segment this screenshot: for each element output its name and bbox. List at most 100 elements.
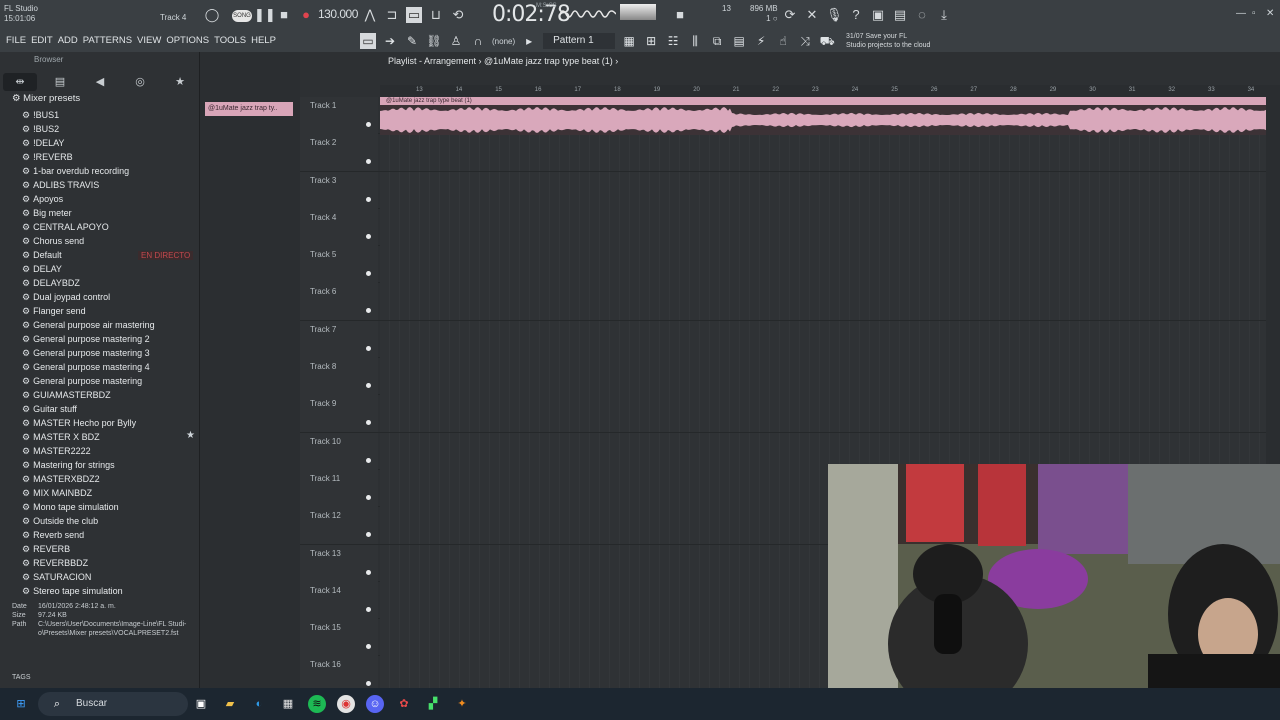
menu-edit[interactable]: EDIT	[31, 35, 53, 46]
track-lane[interactable]	[380, 208, 1266, 246]
track-lane[interactable]	[380, 246, 1266, 284]
track-header[interactable]: Track 9	[300, 395, 378, 433]
audio-clip[interactable]: @1uMate jazz trap type beat (1)	[380, 97, 1266, 135]
track-header[interactable]: Track 3	[300, 171, 378, 209]
track-header[interactable]: Track 6	[300, 283, 378, 321]
preset-item[interactable]: ⚙ Stereo tape simulation	[22, 584, 200, 598]
plugin-picker-icon[interactable]: ⤨	[797, 33, 813, 49]
preset-item[interactable]: ⚙ MASTER X BDZ	[22, 430, 200, 444]
track-mute-dot[interactable]	[366, 233, 371, 239]
download-icon[interactable]: ⤓	[936, 7, 952, 23]
preset-item[interactable]: ⚙ REVERB	[22, 542, 200, 556]
song-mode-button[interactable]: SONG	[232, 10, 252, 22]
track-mute-dot[interactable]	[366, 159, 371, 165]
preset-item[interactable]: ⚙ Mono tape simulation	[22, 500, 200, 514]
pattern-song-knob-icon[interactable]: ◯	[204, 7, 220, 23]
track-lane[interactable]	[380, 358, 1266, 396]
wait-icon[interactable]: ⊐	[384, 7, 400, 23]
store-icon[interactable]: ▦	[279, 695, 297, 713]
playlist-icon[interactable]: ▦	[621, 33, 637, 49]
track-mute-dot[interactable]	[366, 644, 371, 650]
preset-item[interactable]: ⚙ Flanger send	[22, 304, 200, 318]
preset-item[interactable]: ⚙ General purpose mastering	[22, 374, 200, 388]
track-mute-dot[interactable]	[366, 681, 371, 687]
preset-item[interactable]: ⚙ Big meter	[22, 206, 200, 220]
play-arrow-icon[interactable]: ▸	[521, 33, 537, 49]
track-header[interactable]: Track 13	[300, 544, 378, 582]
loop-record-icon[interactable]: ⟲	[450, 7, 466, 23]
menu-view[interactable]: VIEW	[137, 35, 161, 46]
track-header[interactable]: Track 2	[300, 134, 378, 172]
plugin-icon[interactable]: ⧉	[709, 33, 725, 49]
close-icon[interactable]: ✕	[1266, 8, 1274, 19]
preset-item[interactable]: ⚙ Chorus send	[22, 234, 200, 248]
tempo-display[interactable]: 130.000	[318, 7, 358, 21]
track-mute-dot[interactable]	[366, 494, 371, 500]
preset-item[interactable]: ⚙ General purpose mastering 3	[22, 346, 200, 360]
file-explorer-icon[interactable]: ▰	[221, 695, 239, 713]
blend-icon[interactable]: ⊔	[428, 7, 444, 23]
track-lane[interactable]	[380, 134, 1266, 172]
track-mute-dot[interactable]	[366, 345, 371, 351]
track-mute-dot[interactable]	[366, 569, 371, 575]
app-icon[interactable]: ✿	[395, 695, 413, 713]
preset-item[interactable]: ⚙ MASTER2222	[22, 444, 200, 458]
plug-icon[interactable]: ⚡	[753, 33, 769, 49]
track-mute-dot[interactable]	[366, 457, 371, 463]
stamp-icon[interactable]: ♙	[448, 33, 464, 49]
spotify-icon[interactable]: ≋	[308, 695, 326, 713]
render-icon[interactable]: ▤	[892, 7, 908, 23]
pencil-icon[interactable]: ✎	[404, 33, 420, 49]
track-lane[interactable]	[380, 171, 1266, 209]
panic-icon[interactable]: ✕	[804, 7, 820, 23]
track-mute-dot[interactable]	[366, 383, 371, 389]
sounds-tab-icon[interactable]: ◎	[123, 73, 157, 91]
save-icon[interactable]: ▣	[870, 7, 886, 23]
track-mute-dot[interactable]	[366, 420, 371, 426]
stop-icon[interactable]: ■	[276, 7, 292, 23]
preset-item[interactable]: ⚙ Guitar stuff	[22, 402, 200, 416]
edge-icon[interactable]: ◐	[250, 695, 268, 713]
discord-icon[interactable]: ☺	[366, 695, 384, 713]
track-mute-dot[interactable]	[366, 308, 371, 314]
menu-file[interactable]: FILE	[6, 35, 26, 46]
current-project-tab-icon[interactable]: ▤	[43, 73, 77, 91]
preset-item[interactable]: ⚙ !DELAY	[22, 136, 200, 150]
preset-item[interactable]: ⚙ !REVERB	[22, 150, 200, 164]
chat-icon[interactable]: ◌	[914, 7, 930, 23]
hint-bar-icon[interactable]: ▭	[360, 33, 376, 49]
track-mute-dot[interactable]	[366, 271, 371, 277]
menu-options[interactable]: OPTIONS	[166, 35, 209, 46]
arrow-icon[interactable]: ➔	[382, 33, 398, 49]
track-header[interactable]: Track 12	[300, 507, 378, 545]
preset-item[interactable]: ⚙ General purpose mastering 2	[22, 332, 200, 346]
record-icon[interactable]: ●	[298, 7, 314, 23]
shop-icon[interactable]: ⛟	[819, 33, 835, 49]
microphone-icon[interactable]: 🎙	[826, 7, 843, 23]
folder-mixer-presets[interactable]: ⚙ Mixer presets	[12, 93, 80, 104]
capcut-icon[interactable]: ▞	[424, 695, 442, 713]
preset-item[interactable]: ⚙ CENTRAL APOYO	[22, 220, 200, 234]
chrome-icon[interactable]: ◉	[337, 695, 355, 713]
menu-tools[interactable]: TOOLS	[214, 35, 246, 46]
preset-item[interactable]: ⚙ Mastering for strings	[22, 458, 200, 472]
timeline-ruler[interactable]: 13 14 15 16 17 18 19 20 21 22 23 24 25 26 27 28 29 30 31 32…	[380, 85, 1280, 97]
pattern-selector[interactable]: Pattern 1	[543, 33, 616, 49]
preset-item[interactable]: ⚙ MASTER Hecho por Bylly	[22, 416, 200, 430]
magnet-icon[interactable]: ∩	[470, 33, 486, 49]
track-header[interactable]: Track 15	[300, 619, 378, 657]
preset-item[interactable]: ⚙ SATURACION	[22, 570, 200, 584]
track-header[interactable]: Track 1	[300, 97, 378, 134]
link-icon[interactable]: ⛓	[426, 33, 442, 49]
menu-add[interactable]: ADD	[58, 35, 78, 46]
news-panel[interactable]: 31/07 Save your FL Studio projects to th…	[846, 32, 930, 50]
preset-item[interactable]: ⚙ General purpose air mastering	[22, 318, 200, 332]
track-lane[interactable]	[380, 395, 1266, 433]
preset-item[interactable]: ⚙ Dual joypad control	[22, 290, 200, 304]
metronome-icon[interactable]: ⋀	[362, 7, 378, 23]
preset-item[interactable]: ⚙ ADLIBS TRAVIS	[22, 178, 200, 192]
task-view-icon[interactable]: ▣	[192, 695, 210, 713]
track-header[interactable]: Track 10	[300, 432, 378, 470]
preset-item[interactable]: ⚙ MASTERXBDZ2	[22, 472, 200, 486]
windows-start-icon[interactable]: ⊞	[12, 695, 30, 713]
